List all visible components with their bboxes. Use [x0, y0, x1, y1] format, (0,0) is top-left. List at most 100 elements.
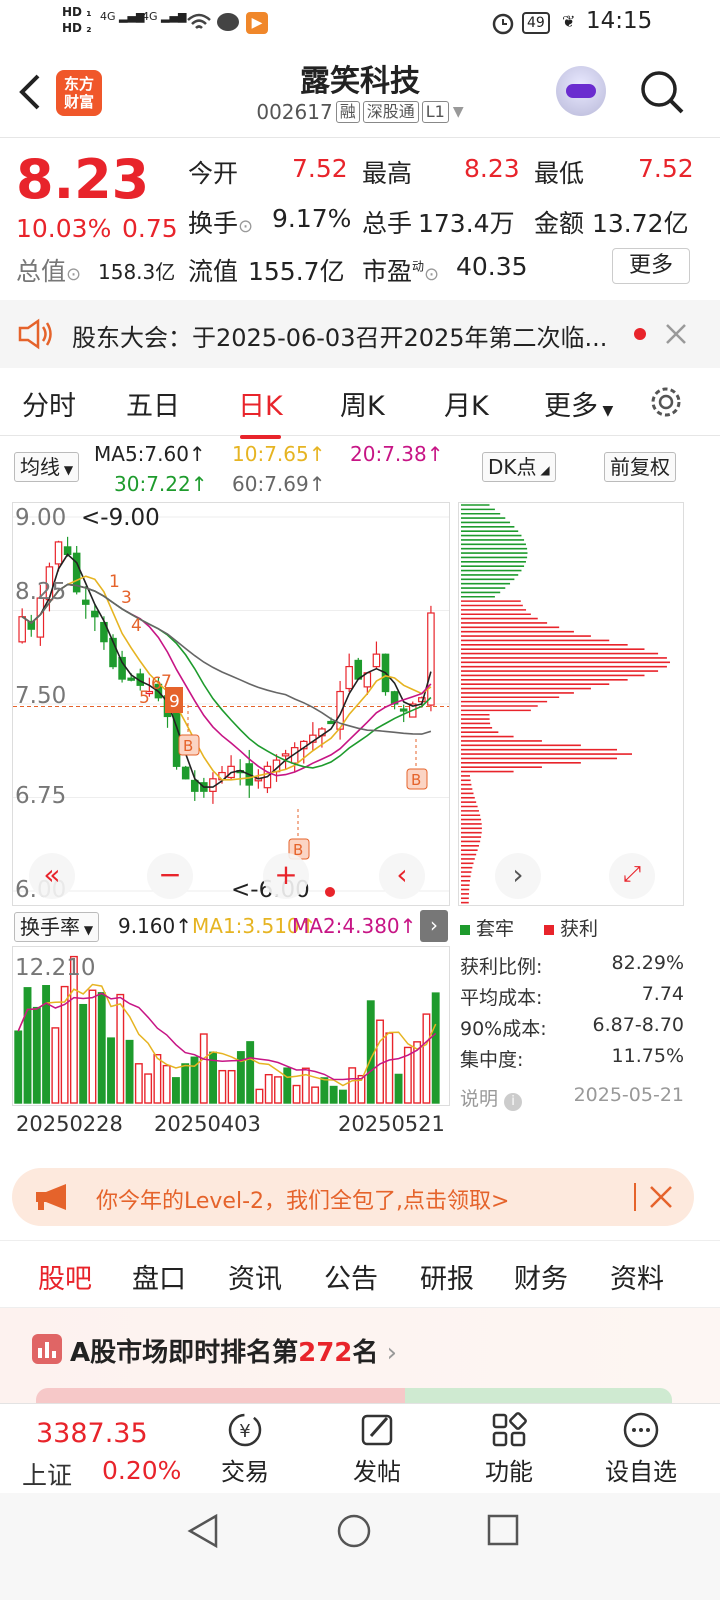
- indicator-selector[interactable]: 均线 ▼: [14, 452, 80, 482]
- max-price-label: <-9.00: [81, 505, 160, 531]
- tab-daily-k[interactable]: 日K: [238, 384, 283, 439]
- turnover-bar: [385, 1032, 394, 1104]
- fullscreen-icon[interactable]: ⤢: [609, 853, 655, 899]
- chip-row-profit-ratio: 获利比例: 82.29%: [460, 952, 684, 978]
- date-label-3: 20250521: [338, 1112, 445, 1136]
- low-label: 最低: [534, 159, 585, 188]
- index-value[interactable]: 3387.35: [36, 1418, 148, 1449]
- add-watchlist-button[interactable]: 设自选: [596, 1410, 686, 1487]
- zoom-in-icon[interactable]: +: [263, 853, 309, 899]
- turnover-bar: [283, 1067, 292, 1104]
- y-tick-9: 9.00: [15, 505, 67, 531]
- turnover-bar: [348, 1067, 357, 1104]
- pan-left-fast-icon[interactable]: «: [29, 853, 75, 899]
- chip-note-link[interactable]: 说明 i: [460, 1084, 523, 1111]
- caret-down-icon[interactable]: ▼: [453, 104, 464, 120]
- tab-monthly-k[interactable]: 月K: [444, 384, 489, 423]
- index-name[interactable]: 上证: [22, 1456, 72, 1492]
- index-change[interactable]: 0.20%: [102, 1456, 181, 1485]
- turnover-bar: [144, 1073, 153, 1104]
- turnover-bar: [14, 1030, 23, 1104]
- high-label: 最高: [362, 159, 413, 188]
- turnover-bar: [227, 1069, 236, 1104]
- amount-label: 金额: [534, 209, 585, 238]
- trade-button[interactable]: ¥ 交易: [200, 1410, 290, 1487]
- robot-assistant-icon[interactable]: [556, 66, 606, 116]
- candle-body: [345, 666, 353, 690]
- level2-promo-banner[interactable]: 你今年的Level-2，我们全包了,点击领取>: [12, 1168, 694, 1226]
- turnover-bar: [181, 1063, 190, 1104]
- tab-pankou[interactable]: 盘口: [132, 1257, 186, 1296]
- tab-weekly-k[interactable]: 周K: [340, 384, 385, 423]
- date-label-2: 20250403: [154, 1112, 261, 1136]
- turnover-bar: [97, 992, 106, 1104]
- zoom-out-icon[interactable]: −: [147, 853, 193, 899]
- turnover-bar: [79, 1003, 88, 1104]
- tab-profile[interactable]: 资料: [610, 1257, 664, 1296]
- candle-body: [181, 766, 190, 780]
- promo-text: 你今年的Level-2，我们全包了,点击领取>: [96, 1189, 510, 1214]
- turnover-bar: [88, 989, 97, 1104]
- market-rank-card[interactable]: A股市场即时排名第272名 ›: [0, 1308, 720, 1408]
- more-quote-button[interactable]: 更多: [612, 248, 690, 284]
- candle-body: [127, 677, 135, 681]
- expand-right-icon[interactable]: ›: [495, 853, 541, 899]
- tab-five-day[interactable]: 五日: [126, 384, 180, 423]
- post-button[interactable]: 发帖: [332, 1410, 422, 1487]
- settings-gear-icon[interactable]: [648, 384, 684, 420]
- ma-line-4: [21, 583, 432, 735]
- amount-value: 13.72亿: [592, 209, 689, 238]
- dk-point-button[interactable]: DK点 ◢: [482, 452, 556, 482]
- candle-body: [63, 546, 72, 556]
- close-icon[interactable]: [648, 1184, 674, 1210]
- tab-more[interactable]: 更多 ▼: [544, 384, 613, 423]
- notice-bar[interactable]: 股东大会：于2025-06-03召开2025年第二次临...: [0, 300, 720, 368]
- change-pct: 10.03%: [16, 214, 112, 243]
- nav-recent-icon[interactable]: [486, 1513, 520, 1547]
- turnover-bar: [311, 1086, 320, 1104]
- message-icon: [217, 13, 239, 31]
- tab-announcements[interactable]: 公告: [324, 1257, 378, 1296]
- nav-home-icon[interactable]: [336, 1513, 372, 1549]
- candle-body: [18, 616, 26, 643]
- adjust-button[interactable]: 前复权: [604, 452, 676, 482]
- post-label: 发帖: [353, 1458, 401, 1486]
- close-icon[interactable]: [664, 322, 688, 346]
- change-amount: 0.75: [122, 214, 178, 243]
- chip-distribution[interactable]: › ⤢: [458, 502, 684, 906]
- turnover-bar: [107, 1037, 115, 1104]
- y-tick-825: 8.25: [15, 579, 67, 605]
- open-value: 7.52: [292, 154, 348, 183]
- last-price: 8.23: [16, 148, 150, 211]
- connect-tag: 深股通: [362, 101, 419, 123]
- live-dot: [325, 887, 335, 897]
- turnover-bar: [134, 1063, 143, 1104]
- turnover-bar: [162, 1064, 171, 1104]
- turnover-chart[interactable]: 12.210: [12, 946, 450, 1106]
- tab-news[interactable]: 资讯: [228, 1257, 282, 1296]
- turnover-bar: [329, 1085, 338, 1104]
- nav-back-icon[interactable]: [186, 1513, 220, 1549]
- volume-label: 总手: [362, 209, 413, 238]
- pan-left-icon[interactable]: ‹: [379, 853, 425, 899]
- turnover-current: 9.160↑: [118, 914, 193, 938]
- trade-label: 交易: [221, 1458, 269, 1486]
- function-button[interactable]: 功能: [464, 1410, 554, 1487]
- alarm-icon: [492, 13, 514, 35]
- tab-finance[interactable]: 财务: [514, 1257, 568, 1296]
- tab-research[interactable]: 研报: [420, 1257, 474, 1296]
- pe-value: 40.35: [456, 252, 528, 281]
- stock-header: 东方 财富 露笑科技 002617 融 深股通 L1 ▼: [0, 48, 720, 138]
- turnover-value: 9.17%: [272, 204, 352, 233]
- search-icon[interactable]: [638, 68, 686, 116]
- ma5-value: MA5:7.60↑: [94, 442, 206, 466]
- bottom-toolbar: 3387.35 上证 0.20% ¥ 交易 发帖 功能 设自选: [0, 1403, 720, 1493]
- tab-intraday[interactable]: 分时: [22, 384, 76, 423]
- tab-guba[interactable]: 股吧: [38, 1257, 92, 1314]
- expand-indicator-icon[interactable]: ›: [420, 910, 448, 942]
- turnover-selector[interactable]: 换手率 ▼: [14, 912, 100, 942]
- turnover-bar: [376, 1019, 384, 1104]
- rank-chart-icon: [32, 1334, 62, 1364]
- candlestick-chart[interactable]: 134567899BBB 9.00 8.25 7.50 6.75 6.00 <-…: [12, 502, 450, 906]
- y-tick-675: 6.75: [15, 783, 67, 809]
